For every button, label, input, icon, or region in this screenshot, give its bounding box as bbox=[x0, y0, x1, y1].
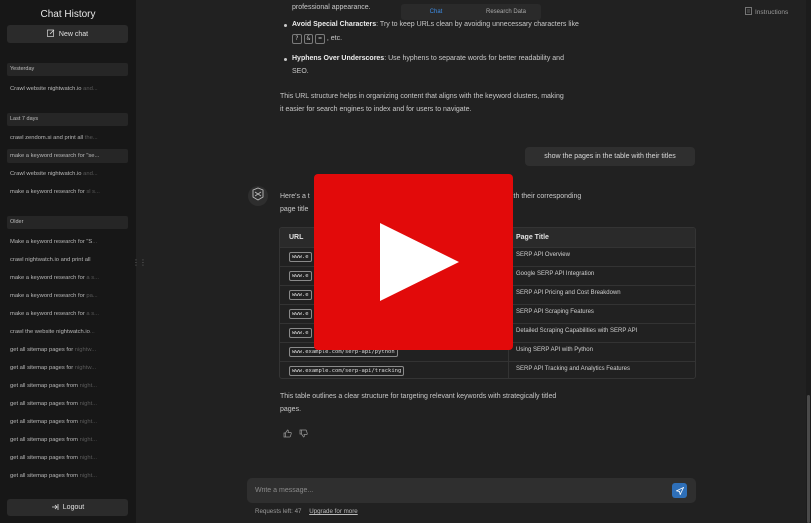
chat-history-item[interactable]: get all sitemap pages from night... bbox=[7, 469, 128, 483]
thumbs-down-icon[interactable] bbox=[299, 429, 308, 440]
chat-history-item[interactable]: make a keyword research for pa... bbox=[7, 289, 128, 303]
play-icon bbox=[380, 223, 459, 301]
chat-history-item[interactable]: make a keyword research for a s... bbox=[7, 271, 128, 285]
chat-history-item[interactable]: get all sitemap pages from night... bbox=[7, 415, 128, 429]
char-code: ? bbox=[292, 34, 302, 44]
user-message: show the pages in the table with their t… bbox=[525, 147, 695, 166]
table-cell-title: SERP API Overview bbox=[516, 252, 570, 258]
chat-history-item[interactable]: Crawl website nightwatch.io and... bbox=[7, 167, 128, 181]
chat-history-item[interactable]: Make a keyword research for "S... bbox=[7, 235, 128, 249]
requests-label: Requests left: bbox=[255, 508, 293, 515]
logout-button[interactable]: Logout bbox=[7, 499, 128, 516]
list-bullet bbox=[284, 58, 287, 61]
logout-icon bbox=[51, 503, 59, 513]
new-chat-button[interactable]: New chat bbox=[7, 25, 128, 43]
assistant-paragraph: it easier for search engines to index an… bbox=[280, 106, 472, 113]
table-cell-url: www.e bbox=[289, 309, 312, 319]
assistant-text: SEO. bbox=[292, 68, 309, 75]
assistant-paragraph: This table outlines a clear structure fo… bbox=[280, 393, 557, 400]
chat-history-item[interactable]: crawl nightwatch.io and print all bbox=[7, 253, 128, 267]
table-cell-url: www.e bbox=[289, 252, 312, 262]
scrollbar-thumb[interactable] bbox=[807, 395, 810, 523]
list-bullet bbox=[284, 24, 287, 27]
section-yesterday: Yesterday bbox=[7, 63, 128, 76]
table-cell-url: www.e bbox=[289, 290, 312, 300]
thumbs-up-icon[interactable] bbox=[283, 429, 292, 440]
assistant-reply: ith their corresponding bbox=[512, 193, 582, 200]
chat-history-item[interactable]: crawl the website nightwatch.io... bbox=[7, 325, 128, 339]
chat-history-item[interactable]: get all sitemap pages for nightw... bbox=[7, 343, 128, 357]
table-cell-title: SERP API Tracking and Analytics Features bbox=[516, 366, 630, 372]
assistant-paragraph: pages. bbox=[280, 406, 302, 413]
assistant-bullet: Avoid Special Characters: Try to keep UR… bbox=[292, 21, 579, 28]
document-icon bbox=[745, 7, 752, 17]
section-last-7-days: Last 7 days bbox=[7, 113, 128, 126]
sidebar-title: Chat History bbox=[40, 9, 96, 20]
chat-history-item[interactable]: Crawl website nightwatch.io and... bbox=[7, 82, 128, 96]
upgrade-link[interactable]: Upgrade for more bbox=[309, 508, 358, 515]
row-divider bbox=[280, 361, 695, 362]
assistant-avatar bbox=[248, 186, 268, 206]
chat-history-item[interactable]: get all sitemap pages from night... bbox=[7, 397, 128, 411]
message-input[interactable] bbox=[255, 484, 665, 497]
char-code: & bbox=[303, 34, 314, 44]
video-play-button[interactable] bbox=[314, 174, 513, 350]
chat-history-item-active[interactable]: make a keyword research for "se... bbox=[7, 149, 128, 163]
message-composer bbox=[247, 478, 696, 503]
bot-icon bbox=[251, 187, 265, 206]
table-cell-url: www.example.com/serp-api/tracking bbox=[289, 366, 405, 376]
table-cell-url: www.e bbox=[289, 271, 312, 281]
chat-history-item[interactable]: crawl zendom.si and print all the... bbox=[7, 131, 128, 145]
sidebar: Chat History New chat Yesterday Crawl we… bbox=[0, 0, 136, 523]
assistant-reply: Here's a t bbox=[280, 193, 310, 200]
assistant-text: professional appearance. bbox=[292, 4, 371, 11]
table-header-page-title: Page Title bbox=[509, 228, 695, 247]
table-cell-title: Detailed Scraping Capabilities with SERP… bbox=[516, 328, 638, 334]
table-cell-title: Using SERP API with Python bbox=[516, 347, 593, 353]
new-chat-label: New chat bbox=[58, 30, 89, 38]
send-icon bbox=[674, 482, 684, 500]
instructions-button[interactable]: Instructions bbox=[745, 7, 788, 17]
table-cell-title: SERP API Pricing and Cost Breakdown bbox=[516, 290, 621, 296]
send-button[interactable] bbox=[672, 483, 687, 498]
assistant-bullet: Hyphens Over Underscores: Use hyphens to… bbox=[292, 55, 564, 62]
sidebar-resize-handle[interactable]: ⋮⋮ bbox=[132, 258, 147, 267]
table-cell-url: www.e bbox=[289, 328, 312, 338]
assistant-reply: page title bbox=[280, 206, 309, 213]
chat-history-item[interactable]: make a keyword research for sl s... bbox=[7, 185, 128, 199]
chat-history-item[interactable]: get all sitemap pages for nightw... bbox=[7, 361, 128, 375]
assistant-paragraph: This URL structure helps in organizing c… bbox=[280, 93, 564, 100]
section-older: Older bbox=[7, 216, 128, 229]
special-chars-line: ? & =, etc. bbox=[292, 32, 342, 45]
chat-history-item[interactable]: get all sitemap pages from night... bbox=[7, 433, 128, 447]
char-code: = bbox=[315, 34, 325, 44]
table-cell-title: Google SERP API Integration bbox=[516, 271, 595, 277]
chat-history-item[interactable]: get all sitemap pages from night... bbox=[7, 451, 128, 465]
requests-status: Requests left: 47 Upgrade for more bbox=[255, 508, 358, 515]
chat-history-item[interactable]: make a keyword research for a s... bbox=[7, 307, 128, 321]
logout-label: Logout bbox=[62, 504, 85, 511]
chat-history-item[interactable]: get all sitemap pages from night... bbox=[7, 379, 128, 393]
requests-count: 47 bbox=[294, 508, 302, 515]
edit-icon bbox=[47, 29, 55, 39]
instructions-label: Instructions bbox=[755, 8, 789, 16]
table-cell-title: SERP API Scraping Features bbox=[516, 309, 594, 315]
